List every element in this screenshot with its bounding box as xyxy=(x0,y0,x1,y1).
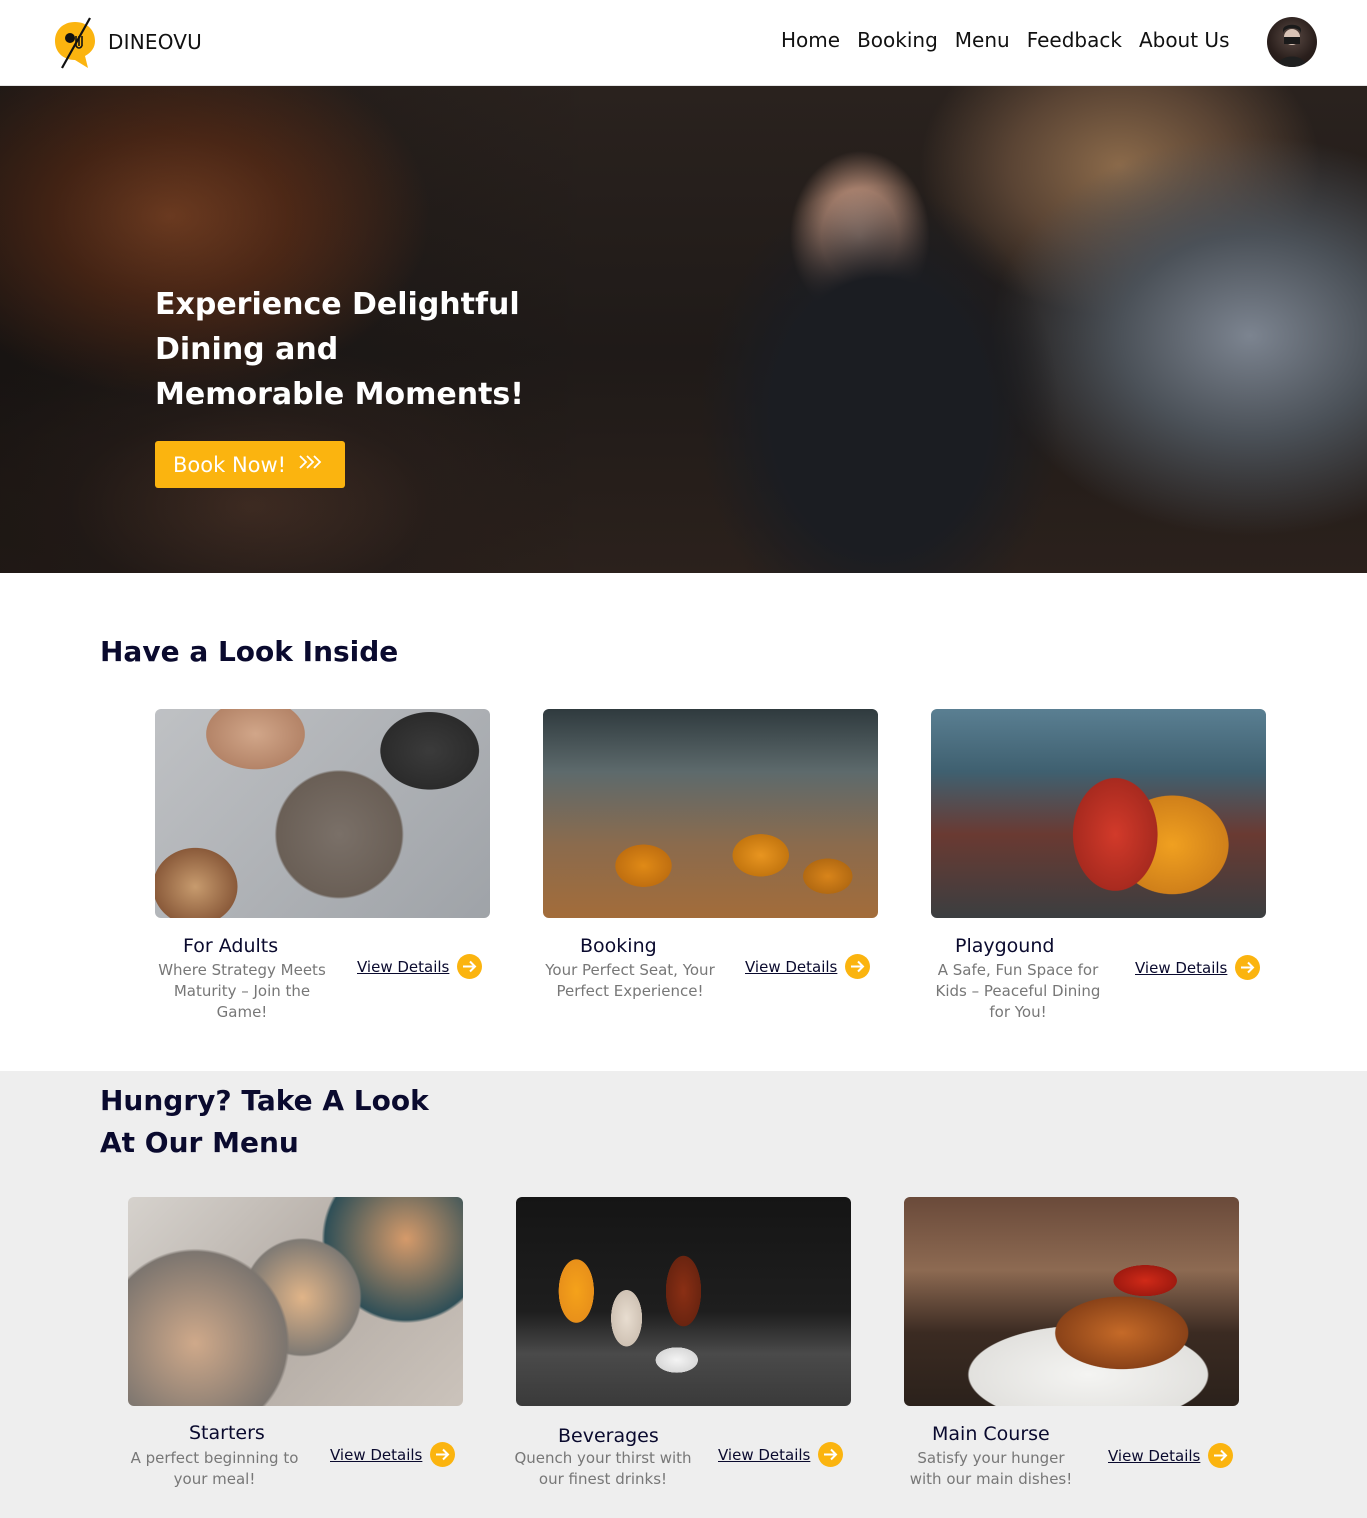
nav-home-link[interactable]: Home xyxy=(781,28,840,52)
booking-card-image[interactable] xyxy=(543,709,878,918)
starters-card-desc: A perfect beginning to your meal! xyxy=(130,1449,299,1488)
inside-section-title: Have a Look Inside xyxy=(100,635,399,668)
hero-banner: Experience Delightful Dining and Memorab… xyxy=(0,86,1367,573)
logo-icon[interactable] xyxy=(52,16,98,70)
adults-card-desc: Where Strategy Meets Maturity – Join the… xyxy=(158,961,326,1021)
view-details-label: View Details xyxy=(745,957,838,976)
main-course-card-desc: Satisfy your hunger with our main dishes… xyxy=(909,1449,1073,1488)
playground-card-desc: A Safe, Fun Space for Kids – Peaceful Di… xyxy=(935,961,1101,1021)
view-details-label: View Details xyxy=(1108,1446,1201,1465)
arrow-right-icon xyxy=(430,1442,456,1467)
view-details-label: View Details xyxy=(1135,958,1228,977)
nav-about-link[interactable]: About Us xyxy=(1139,28,1230,52)
main-course-card-title: Main Course xyxy=(932,1423,1050,1445)
arrow-right-icon xyxy=(845,954,871,979)
adults-view-details-link[interactable]: View Details xyxy=(357,954,483,979)
arrow-right-icon xyxy=(1235,955,1261,980)
adults-card-image[interactable] xyxy=(155,709,490,918)
booking-card-title: Booking xyxy=(580,935,657,957)
nav-menu: Home Booking Menu Feedback About Us xyxy=(781,28,1246,52)
playground-card-title: Playgound xyxy=(955,935,1055,957)
view-details-label: View Details xyxy=(330,1445,423,1464)
nav-menu-link[interactable]: Menu xyxy=(955,28,1010,52)
triple-chevron-right-icon xyxy=(298,454,324,475)
beverages-card-title: Beverages xyxy=(558,1425,659,1447)
starters-card-title: Starters xyxy=(189,1422,265,1444)
nav-booking-link[interactable]: Booking xyxy=(857,28,938,52)
main-course-card-image[interactable] xyxy=(904,1197,1239,1406)
starters-view-details-link[interactable]: View Details xyxy=(330,1442,456,1467)
arrow-right-icon xyxy=(457,954,483,979)
starters-card-image[interactable] xyxy=(128,1197,463,1406)
adults-card-title: For Adults xyxy=(183,935,279,957)
main-course-view-details-link[interactable]: View Details xyxy=(1108,1443,1234,1468)
beverages-view-details-link[interactable]: View Details xyxy=(718,1442,844,1467)
beverages-card-desc: Quench your thirst with our finest drink… xyxy=(514,1449,692,1488)
playground-view-details-link[interactable]: View Details xyxy=(1135,955,1261,980)
book-now-button[interactable]: Book Now! xyxy=(155,441,345,488)
menu-section-title: Hungry? Take A Look At Our Menu xyxy=(100,1084,429,1159)
view-details-label: View Details xyxy=(357,957,450,976)
view-details-label: View Details xyxy=(718,1445,811,1464)
booking-view-details-link[interactable]: View Details xyxy=(745,954,871,979)
book-now-label: Book Now! xyxy=(173,452,287,477)
booking-card-desc: Your Perfect Seat, Your Perfect Experien… xyxy=(545,961,715,1000)
user-avatar[interactable] xyxy=(1267,17,1317,67)
hero-title: Experience Delightful Dining and Memorab… xyxy=(155,287,524,412)
nav-feedback-link[interactable]: Feedback xyxy=(1027,28,1122,52)
playground-card-image[interactable] xyxy=(931,709,1266,918)
brand-name[interactable]: DINEOVU xyxy=(108,30,202,54)
arrow-right-icon xyxy=(1208,1443,1234,1468)
beverages-card-image[interactable] xyxy=(516,1197,851,1406)
navbar: DINEOVU Home Booking Menu Feedback About… xyxy=(0,0,1367,86)
arrow-right-icon xyxy=(818,1442,844,1467)
